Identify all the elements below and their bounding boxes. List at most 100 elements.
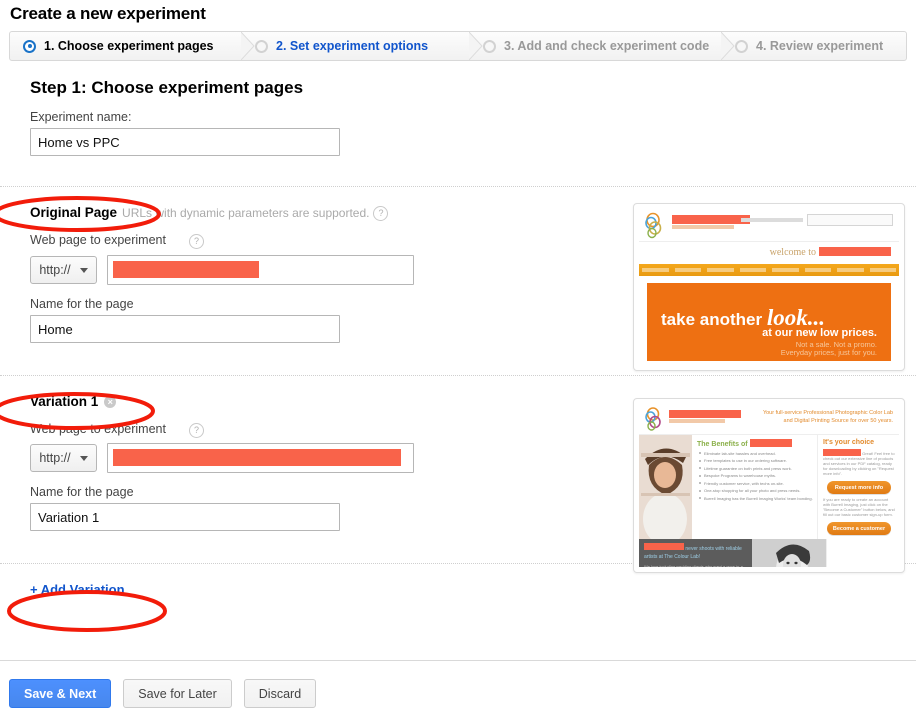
thumb2-portrait-photo (752, 539, 826, 567)
thumb2-benefit-item: Lifetime guarantee on both prints and pr… (699, 466, 813, 471)
add-variation-link[interactable]: + Add Variation (30, 582, 125, 597)
thumb2-cta-paragraph-1: Great! Feel free to check out our extens… (823, 449, 895, 476)
thumb2-benefit-item: Eliminate lab-site hassles and overhead. (699, 451, 813, 456)
thumb-nav-item (642, 268, 669, 272)
thumb2-benefits-heading-text: The Benefits of (697, 441, 748, 448)
step-tab-2[interactable]: 2. Set experiment options (242, 32, 483, 60)
redaction-bar (644, 543, 684, 550)
become-customer-button[interactable]: Become a customer (827, 522, 891, 535)
become-button-label: Become a customer (832, 525, 886, 532)
original-page-hint: URLs with dynamic parameters are support… (122, 206, 370, 220)
thumb-brand-subtitle (672, 225, 734, 229)
thumb2-testimonial-heading: never shoots with reliable artists at Th… (644, 543, 747, 561)
thumb-nav-item (837, 268, 864, 272)
experiment-name-input[interactable] (30, 128, 340, 156)
remove-circle-icon[interactable]: × (104, 396, 117, 408)
woman-photo-illustration (639, 435, 692, 539)
protocol-select[interactable]: http:// (30, 256, 97, 284)
variation-1-thumbnail[interactable]: Your full-service Professional Photograp… (633, 398, 905, 573)
original-page-thumbnail[interactable]: welcome to take another look... at our n… (633, 203, 905, 371)
step-3-label: 3. Add and check experiment code (504, 39, 710, 53)
thumb2-tagline-line-1: Your full-service Professional Photograp… (762, 410, 893, 416)
step-2-label: 2. Set experiment options (276, 39, 429, 53)
question-icon[interactable]: ? (189, 234, 204, 249)
thumb-nav-item (674, 268, 701, 272)
thumb2-tagline-line-2: and Digital Printing Source for over 50 … (783, 418, 893, 424)
redaction-bar (672, 215, 750, 224)
variation-thumbnail-inner: Your full-service Professional Photograp… (639, 404, 899, 567)
thumb2-brand-subtitle (669, 419, 725, 423)
redaction-bar (113, 261, 259, 278)
thumb2-benefit-item: One-stop shopping for all your photo and… (699, 488, 813, 493)
question-icon[interactable]: ? (373, 206, 389, 221)
variation-name-input[interactable] (30, 503, 340, 531)
thumb2-benefit-item: Friendly customer service, with techs on… (699, 481, 813, 486)
thumb-nav-item (869, 268, 896, 272)
thumb-header (639, 209, 899, 242)
step-tab-3[interactable]: 3. Add and check experiment code (470, 32, 735, 60)
thumb2-benefits-heading: The Benefits of (697, 439, 813, 448)
original-name-input[interactable] (30, 315, 340, 343)
original-webpage-label: Web page to experiment (30, 233, 166, 247)
chevron-down-icon (79, 455, 88, 461)
variation-1-title: Variation 1 (30, 394, 99, 409)
step-tab-4[interactable]: 4. Review experiment (722, 32, 906, 60)
save-for-later-button[interactable]: Save for Later (123, 679, 232, 708)
thumb2-benefits-column: The Benefits of Eliminate lab-site hassl… (692, 435, 817, 539)
thumb-banner-line-2: at our new low prices. (762, 327, 877, 339)
step-navigation: 1. Choose experiment pages 2. Set experi… (9, 31, 907, 61)
step-3-chevron-icon (721, 32, 735, 60)
request-more-info-button[interactable]: Request more info (827, 481, 891, 494)
step-heading: Step 1: Choose experiment pages (30, 78, 304, 97)
thumb2-benefit-item: Free templates to use in our ordering so… (699, 458, 813, 463)
footer-button-row: Save & Next Save for Later Discard (9, 679, 916, 708)
step-1-radio-icon (23, 39, 36, 53)
step-2-chevron-icon (469, 32, 483, 60)
redaction-bar (669, 410, 741, 418)
step-tab-1[interactable]: 1. Choose experiment pages (10, 32, 255, 60)
step-4-label: 4. Review experiment (756, 39, 884, 53)
protocol-select[interactable]: http:// (30, 444, 97, 472)
redaction-bar (749, 439, 792, 447)
thumb2-header: Your full-service Professional Photograp… (639, 404, 899, 435)
redaction-bar (819, 247, 891, 256)
step-1-label: 1. Choose experiment pages (44, 39, 214, 53)
experiment-name-label: Experiment name: (30, 110, 132, 124)
thumb-top-links (741, 218, 803, 222)
thumb2-cta-paragraph-2: If you are ready to create an account wi… (823, 497, 895, 517)
thumb-welcome: welcome to (639, 242, 899, 264)
protocol-value: http:// (39, 263, 71, 277)
thumb2-tagline: Your full-service Professional Photograp… (745, 409, 893, 425)
thumb-nav-item (707, 268, 734, 272)
thumb-promo-banner: take another look... at our new low pric… (647, 283, 891, 361)
thumb2-testimonial: never shoots with reliable artists at Th… (639, 539, 752, 567)
portrait-photo-illustration (752, 539, 826, 567)
thumb-nav-item (772, 268, 799, 272)
thumb2-benefit-item: Bespoke Programs to warehouse myths. (699, 473, 813, 478)
thumb-search-box (807, 214, 893, 226)
protocol-value: http:// (39, 451, 71, 465)
original-thumbnail-inner: welcome to take another look... at our n… (639, 209, 899, 365)
thumb2-cta-column: It's your choice Great! Feel free to che… (817, 435, 899, 539)
thumb-nav-item (739, 268, 766, 272)
request-button-label: Request more info (834, 484, 884, 491)
footer-bar: Save & Next Save for Later Discard (0, 660, 916, 708)
original-url-input[interactable] (107, 255, 414, 285)
butterfly-logo-icon (645, 212, 662, 239)
thumb2-model-photo (639, 435, 692, 539)
chevron-down-icon (79, 267, 88, 273)
save-and-next-button[interactable]: Save & Next (9, 679, 112, 708)
thumb2-body: The Benefits of Eliminate lab-site hassl… (639, 435, 899, 539)
thumb2-testimonial-text: We love including wedding clients who wa… (644, 564, 745, 567)
thumb2-footer-column (826, 539, 899, 567)
step-3-radio-icon (483, 39, 496, 53)
discard-button[interactable]: Discard (243, 679, 317, 708)
thumb-banner-text: take another (661, 310, 767, 329)
page-title: Create a new experiment (10, 4, 206, 23)
step-1-chevron-icon (241, 32, 255, 60)
footer-divider (0, 660, 916, 661)
redaction-bar (113, 449, 401, 466)
variation-url-input[interactable] (107, 443, 414, 473)
question-icon[interactable]: ? (189, 423, 204, 438)
thumb-nav-bar (639, 264, 899, 276)
